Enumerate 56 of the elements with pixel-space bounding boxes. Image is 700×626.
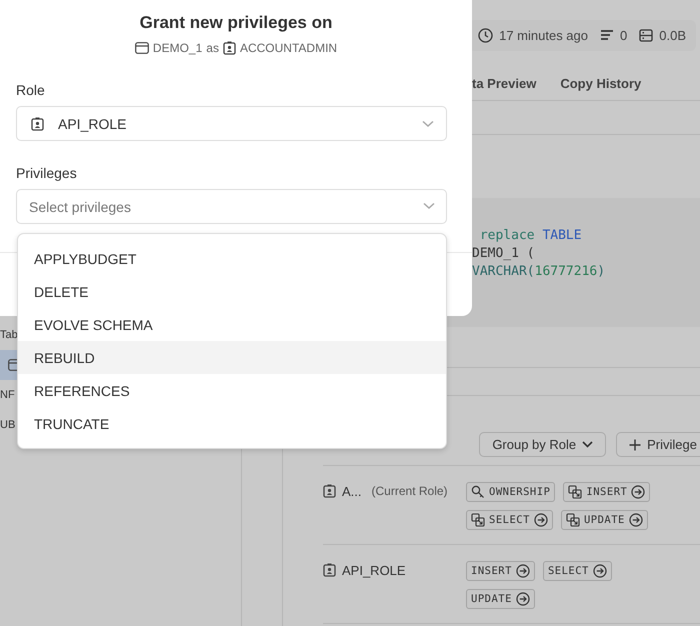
role-name: API_ROLE (342, 563, 406, 578)
privileges-select[interactable]: Select privileges (16, 189, 447, 224)
arrow-circle-icon (628, 513, 643, 527)
stat-value: 0 (620, 28, 628, 42)
privilege-chip[interactable]: SELECT (542, 561, 612, 581)
arrow-circle-icon (516, 564, 530, 578)
copy-icon (566, 513, 580, 527)
menu-item[interactable]: EVOLVE SCHEMA (18, 308, 446, 341)
role-note: (Current Role) (372, 484, 448, 498)
menu-item[interactable]: APPLYBUDGET (18, 242, 446, 275)
privilege-chip[interactable]: INSERT (563, 482, 650, 502)
chevron-down-icon (582, 441, 594, 448)
copy-icon (568, 485, 582, 499)
tab[interactable]: Copy History (560, 76, 642, 90)
menu-item[interactable]: TRUNCATE (18, 407, 446, 440)
field-label: Role (16, 82, 45, 98)
database-icon (639, 28, 654, 42)
stat-value: 17 minutes ago (499, 28, 588, 42)
privilege-chip[interactable]: UPDATE (560, 510, 648, 530)
arrow-circle-icon (631, 485, 646, 499)
stat-value: 0.0B (659, 28, 686, 42)
plus-icon (629, 438, 642, 450)
code-line: VARCHAR(16777216) (472, 263, 606, 281)
code-line: DEMO_1 ( (472, 245, 535, 263)
arrow-circle-icon (534, 513, 548, 527)
copy-icon (471, 513, 485, 527)
object-name: DEMO_1 (152, 41, 202, 55)
field-label: Privileges (16, 165, 77, 181)
table-icon (134, 42, 149, 54)
privilege-chip[interactable]: OWNERSHIP (466, 482, 556, 502)
add-privilege-button[interactable]: Privilege (616, 432, 700, 457)
code-line: replace TABLE (478, 227, 582, 245)
privilege-chip[interactable]: INSERT (466, 561, 535, 581)
privilege-chip[interactable]: SELECT (466, 510, 553, 530)
tab[interactable]: ta Preview (472, 76, 536, 90)
menu-item[interactable]: REBUILD (18, 341, 446, 374)
lines-icon (600, 29, 614, 41)
clock-icon (478, 28, 494, 42)
role-icon (323, 563, 336, 577)
privilege-chip[interactable]: UPDATE (466, 589, 535, 609)
arrow-circle-icon (516, 592, 530, 606)
role-name: A... (342, 484, 362, 499)
role-icon (222, 41, 236, 55)
role-icon (31, 116, 44, 130)
connector-text: as (206, 41, 219, 55)
current-role: ACCOUNTADMIN (240, 41, 338, 55)
menu-item[interactable]: DELETE (18, 275, 446, 308)
dialog-title: Grant new privileges on (140, 13, 332, 33)
role-icon (323, 484, 336, 498)
role-select[interactable]: API_ROLE (16, 106, 447, 141)
key-icon (471, 485, 485, 499)
group-by-button[interactable]: Group by Role (479, 432, 606, 457)
arrow-circle-icon (592, 564, 607, 578)
chevron-down-icon (422, 120, 434, 128)
menu-item[interactable]: REFERENCES (18, 374, 446, 407)
chevron-down-icon (423, 202, 435, 210)
